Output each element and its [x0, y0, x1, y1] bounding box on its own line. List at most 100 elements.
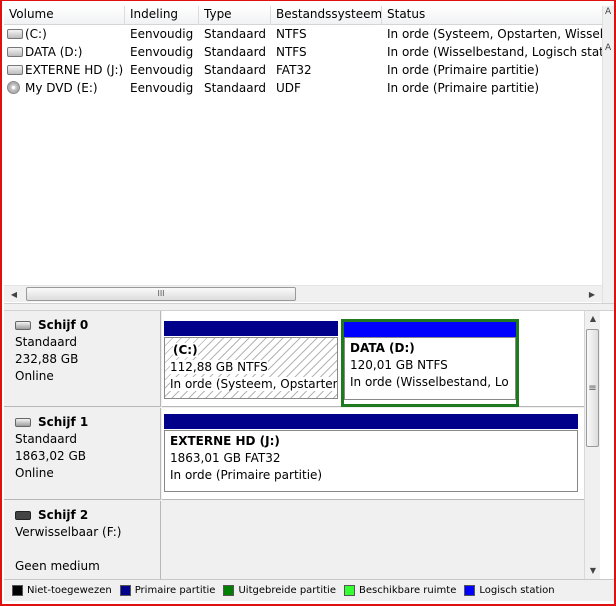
disk-size: 1863,02 GB: [15, 449, 86, 463]
disk-map: Schijf 0 Standaard 232,88 GB Online (C:)…: [4, 311, 584, 579]
horizontal-scroll-thumb[interactable]: III: [26, 287, 296, 301]
disk-name: Schijf 1: [38, 415, 89, 429]
legend-item: Logisch station: [464, 585, 555, 596]
volume-row[interactable]: EXTERNE HD (J:) Eenvoudig Standaard FAT3…: [4, 61, 602, 79]
legend-swatch: [223, 585, 235, 596]
column-header-type[interactable]: Type: [199, 6, 271, 25]
legend-label: Primaire partitie: [134, 585, 216, 596]
legend-item: Beschikbare ruimte: [343, 585, 457, 596]
legend-swatch: [119, 585, 131, 596]
partition-size-fs: 1863,01 GB FAT32: [170, 451, 281, 465]
adjacent-panel-strip: A A: [602, 6, 614, 306]
disk-1-label[interactable]: Schijf 1 Standaard 1863,02 GB Online: [4, 408, 161, 500]
disk-management-window: Volume Indeling Type Bestandssysteem Sta…: [0, 0, 616, 606]
legend-label: Niet-toegewezen: [27, 585, 112, 596]
partition-size-fs: 112,88 GB NTFS: [170, 360, 268, 374]
legend-label: Beschikbare ruimte: [358, 585, 457, 596]
column-header-filesystem[interactable]: Bestandssysteem: [271, 6, 382, 25]
partition-c[interactable]: (C:) 112,88 GB NTFS In orde (Systeem, Op…: [164, 321, 338, 399]
partition-name: (C:): [173, 343, 198, 357]
volume-row[interactable]: (C:) Eenvoudig Standaard NTFS In orde (S…: [4, 25, 602, 43]
legend-label: Uitgebreide partitie: [238, 585, 336, 596]
disk-0-partitions: (C:) 112,88 GB NTFS In orde (Systeem, Op…: [162, 311, 584, 407]
disk-2-label[interactable]: Schijf 2 Verwisselbaar (F:) Geen medium: [4, 501, 161, 579]
volume-name: My DVD (E:): [25, 81, 98, 95]
legend-swatch: [12, 585, 23, 596]
volume-layout: Eenvoudig: [130, 45, 194, 59]
hard-drive-icon: [7, 65, 23, 75]
volume-filesystem: UDF: [276, 81, 301, 95]
dvd-icon: [7, 81, 22, 95]
volume-status: In orde (Primaire partitie): [387, 63, 540, 77]
disk-map-vertical-scrollbar[interactable]: ▲ ≡ ▼: [584, 311, 600, 579]
legend-item: Uitgebreide partitie: [223, 585, 336, 596]
partition-color-bar: [344, 322, 516, 337]
partition-size-fs: 120,01 GB NTFS: [350, 358, 448, 372]
legend-swatch: [464, 585, 476, 596]
partition-j[interactable]: EXTERNE HD (J:) 1863,01 GB FAT32 In orde…: [164, 414, 578, 492]
pane-splitter[interactable]: [4, 303, 614, 311]
disk-state: Online: [15, 466, 54, 480]
volume-filesystem: NTFS: [276, 27, 307, 41]
disk-2-partitions: [162, 501, 584, 579]
legend-label: Logisch station: [479, 585, 555, 596]
disk-state: Online: [15, 369, 54, 383]
volume-type: Standaard: [204, 81, 266, 95]
scroll-down-arrow-icon[interactable]: ▼: [585, 563, 601, 579]
disk-state: Geen medium: [15, 559, 100, 573]
disk-name: Schijf 0: [38, 318, 89, 332]
scroll-right-arrow-icon[interactable]: ▶: [584, 287, 600, 302]
volume-status: In orde (Wisselbestand, Logisch stati: [387, 45, 602, 59]
partition-name: EXTERNE HD (J:): [170, 434, 280, 448]
scroll-left-arrow-icon[interactable]: ◀: [6, 287, 22, 302]
disk-1-partitions: EXTERNE HD (J:) 1863,01 GB FAT32 In orde…: [162, 408, 584, 500]
volume-name: EXTERNE HD (J:): [25, 63, 124, 77]
partition-d-selected[interactable]: DATA (D:) 120,01 GB NTFS In orde (Wissel…: [341, 319, 519, 407]
scroll-up-arrow-icon[interactable]: ▲: [585, 311, 601, 327]
volume-row[interactable]: My DVD (E:) Eenvoudig Standaard UDF In o…: [4, 79, 602, 97]
volume-list-header: Volume Indeling Type Bestandssysteem Sta…: [4, 6, 602, 25]
column-header-status[interactable]: Status: [382, 6, 602, 25]
volume-type: Standaard: [204, 45, 266, 59]
disk-name: Schijf 2: [38, 508, 89, 522]
partition-color-bar: [164, 414, 578, 429]
volume-filesystem: FAT32: [276, 63, 312, 77]
disk-kind: Standaard: [15, 335, 77, 349]
partition-status: In orde (Wisselbestand, Lo: [350, 375, 509, 389]
volume-layout: Eenvoudig: [130, 81, 194, 95]
volume-type: Standaard: [204, 63, 266, 77]
scroll-grip: III: [157, 289, 165, 298]
disk-kind: Standaard: [15, 432, 77, 446]
legend-swatch: [343, 585, 355, 596]
volume-name: DATA (D:): [25, 45, 83, 59]
column-header-layout[interactable]: Indeling: [125, 6, 199, 25]
removable-disk-icon: [15, 511, 31, 520]
column-header-volume[interactable]: Volume: [4, 6, 125, 25]
volume-layout: Eenvoudig: [130, 63, 194, 77]
volume-status: In orde (Primaire partitie): [387, 81, 540, 95]
legend: Niet-toegewezen Primaire partitie Uitgeb…: [4, 579, 614, 601]
volume-list: (C:) Eenvoudig Standaard NTFS In orde (S…: [4, 25, 602, 97]
disk-size: [15, 541, 160, 558]
partition-name: DATA (D:): [350, 341, 415, 355]
strip-letter-top: A: [605, 7, 612, 17]
disk-kind: Verwisselbaar (F:): [15, 525, 122, 539]
volume-status: In orde (Systeem, Opstarten, Wisselb: [387, 27, 602, 41]
volume-type: Standaard: [204, 27, 266, 41]
vertical-scroll-thumb[interactable]: ≡: [586, 329, 599, 447]
disk-size: 232,88 GB: [15, 352, 79, 366]
hard-drive-icon: [7, 29, 23, 39]
legend-item: Niet-toegewezen: [12, 585, 112, 596]
hard-drive-icon: [7, 47, 23, 57]
volume-list-horizontal-scrollbar[interactable]: ◀ III ▶: [4, 285, 602, 302]
volume-row[interactable]: DATA (D:) Eenvoudig Standaard NTFS In or…: [4, 43, 602, 61]
partition-color-bar: [164, 321, 338, 336]
legend-item: Primaire partitie: [119, 585, 216, 596]
partition-status: In orde (Systeem, Opstarten: [170, 377, 337, 391]
scroll-grip: ≡: [588, 383, 597, 394]
strip-letter-mid: A: [605, 43, 612, 53]
volume-layout: Eenvoudig: [130, 27, 194, 41]
disk-0-label[interactable]: Schijf 0 Standaard 232,88 GB Online: [4, 311, 161, 407]
hard-disk-icon: [15, 321, 31, 330]
partition-status: In orde (Primaire partitie): [170, 468, 323, 482]
